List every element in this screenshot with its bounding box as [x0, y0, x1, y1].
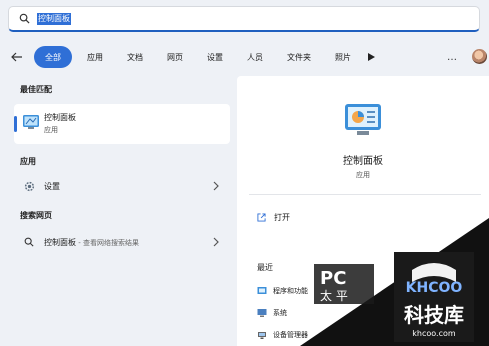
- recent-item[interactable]: 程序和功能: [257, 286, 308, 296]
- pc-watermark-text: PC: [320, 268, 346, 289]
- more-tabs-play-icon[interactable]: [368, 52, 378, 62]
- best-match-result[interactable]: 控制面板 应用: [14, 104, 230, 144]
- open-action[interactable]: 打开: [257, 212, 290, 223]
- tab-people[interactable]: 人员: [238, 46, 272, 68]
- open-label: 打开: [274, 213, 290, 222]
- tab-photos[interactable]: 照片: [326, 46, 360, 68]
- web-result-label: 控制面板 - 查看网络搜索结果: [44, 237, 139, 248]
- programs-icon: [257, 287, 267, 294]
- back-arrow-icon[interactable]: [6, 46, 28, 68]
- web-search-heading: 搜索网页: [20, 211, 52, 220]
- recent-item[interactable]: 设备管理器: [257, 330, 308, 340]
- web-result[interactable]: 控制面板 - 查看网络搜索结果: [14, 232, 230, 252]
- divider: [249, 194, 481, 195]
- khcoo-cn-text: 科技库: [404, 303, 464, 327]
- recent-heading: 最近: [257, 263, 273, 272]
- selection-indicator: [14, 116, 17, 132]
- apps-heading: 应用: [20, 157, 36, 166]
- best-match-type: 应用: [44, 126, 58, 134]
- best-match-heading: 最佳匹配: [20, 85, 52, 94]
- recent-item-label: 设备管理器: [273, 331, 308, 339]
- tab-documents[interactable]: 文档: [118, 46, 152, 68]
- detail-app-type: 应用: [356, 171, 370, 179]
- khcoo-url-text: khcoo.com: [412, 329, 456, 338]
- results-pane: 最佳匹配 控制面板 应用 应用 设置 搜索网页 控制面板 - 查看网络搜索结果: [0, 76, 236, 346]
- tab-all[interactable]: 全部: [34, 46, 72, 68]
- pc-watermark-logo: PC 太 平: [314, 264, 374, 304]
- search-icon: [22, 235, 36, 249]
- tab-web[interactable]: 网页: [158, 46, 192, 68]
- control-panel-icon: [23, 115, 39, 129]
- khcoo-watermark-logo: KHCOO 科技库 khcoo.com: [394, 252, 474, 342]
- avatar[interactable]: [472, 49, 487, 64]
- web-result-suffix: - 查看网络搜索结果: [76, 238, 139, 247]
- tab-apps[interactable]: 应用: [78, 46, 112, 68]
- more-options-button[interactable]: …: [447, 44, 458, 70]
- web-result-query: 控制面板: [44, 237, 76, 247]
- search-input[interactable]: 控制面板: [37, 12, 71, 25]
- search-bar[interactable]: 控制面板: [8, 6, 480, 32]
- filter-bar: 全部 应用 文档 网页 设置 人员 文件夹 照片 …: [6, 44, 487, 70]
- control-panel-icon: [345, 104, 381, 135]
- gear-icon: [22, 179, 36, 193]
- recent-item[interactable]: 系统: [257, 308, 287, 318]
- app-result-settings[interactable]: 设置: [14, 176, 230, 196]
- search-icon: [19, 13, 30, 24]
- detail-app-name: 控制面板: [343, 156, 383, 167]
- svg-text:太 平: 太 平: [320, 288, 348, 303]
- device-manager-icon: [258, 332, 266, 339]
- best-match-name: 控制面板: [44, 113, 76, 122]
- tab-settings[interactable]: 设置: [198, 46, 232, 68]
- khcoo-watermark-text: KHCOO: [406, 280, 463, 296]
- system-icon: [257, 309, 267, 317]
- tab-folders[interactable]: 文件夹: [278, 46, 320, 68]
- recent-item-label: 程序和功能: [273, 287, 308, 295]
- open-external-icon: [257, 213, 266, 222]
- chevron-right-icon: [213, 181, 219, 191]
- recent-item-label: 系统: [273, 309, 287, 317]
- app-result-label: 设置: [44, 181, 60, 191]
- chevron-right-icon: [213, 237, 219, 247]
